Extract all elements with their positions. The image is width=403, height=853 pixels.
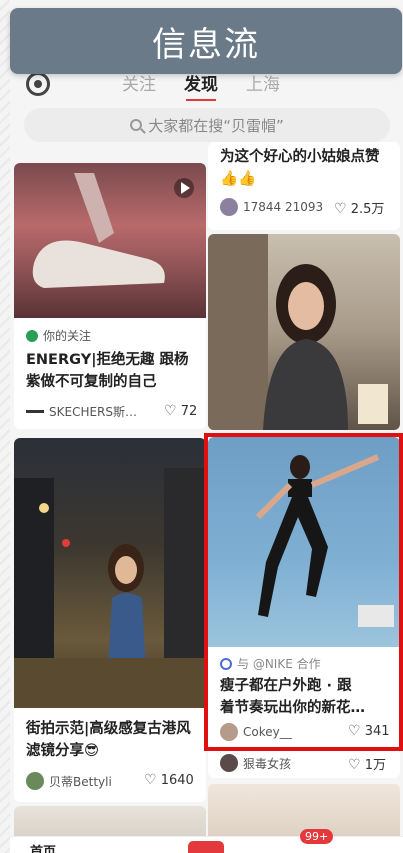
search-placeholder: 大家都在搜“贝雷帽” [148, 116, 284, 135]
like-count[interactable]: ♡ 341 [348, 723, 390, 739]
app-screen: 关注 发现 上海 大家都在搜“贝雷帽” 为这个好心的小姑娘点赞 👍👍 17844 … [10, 0, 403, 853]
runner-photo [255, 454, 394, 627]
card-author: 贝蒂Bettyli [26, 772, 112, 790]
avatar [220, 723, 238, 741]
like-count[interactable]: ♡ 2.5万 [334, 198, 384, 217]
collab-tag: 与 @NIKE 合作 [220, 655, 321, 672]
card-image [14, 438, 206, 708]
follow-icon [26, 329, 38, 342]
author-name: 狠毒女孩 [243, 756, 292, 771]
card-title: 瘦子都在户外跑 · 跟着节奏玩出你的新花… [220, 678, 365, 716]
like-count[interactable]: ♡ 1万 [348, 754, 386, 773]
search-bar[interactable]: 大家都在搜“贝雷帽” [24, 108, 390, 142]
message-badge: 99+ [300, 829, 334, 844]
like-count[interactable]: ♡ 72 [164, 403, 197, 419]
heart-icon: ♡ [348, 723, 361, 739]
feed-card-cafe[interactable] [208, 234, 400, 430]
card-title: 为这个好心的小姑娘点赞 👍👍 [220, 149, 380, 187]
followed-tag: 你的关注 [26, 327, 91, 344]
like-count[interactable]: ♡ 1640 [144, 772, 194, 788]
bottom-tab-bar: 首页 99+ [10, 829, 403, 853]
sneaker-photo [32, 173, 194, 288]
banner-title: 信息流 [152, 24, 260, 65]
author-name: 17844 21093 [243, 200, 324, 214]
avatar [26, 772, 44, 790]
feed-card-shoe[interactable]: 你的关注 ENERGY|拒绝无趣 跟杨 紫做不可复制的自己 SKECHERS斯… … [14, 163, 206, 429]
feed-card-street[interactable]: 街拍示范|高级感复古港风 滤镜分享😎 贝蒂Bettyli ♡ 1640 [14, 438, 206, 802]
author-name: Cokey__ [243, 725, 292, 739]
author-name: SKECHERS斯… [49, 405, 138, 419]
title-banner: 信息流 [10, 8, 402, 74]
card-author: 狠毒女孩 [220, 754, 291, 772]
heart-icon: ♡ [144, 772, 157, 788]
avatar [220, 754, 238, 772]
tab-home[interactable]: 首页 [30, 841, 56, 853]
street-night-photo [14, 468, 206, 708]
avatar [220, 198, 238, 216]
heart-icon: ♡ [334, 201, 347, 217]
card-author: 17844 21093 [220, 198, 323, 216]
card-title: ENERGY|拒绝无趣 跟杨 紫做不可复制的自己 [26, 352, 189, 390]
camera-icon[interactable] [26, 72, 50, 96]
card-author: Cokey__ [220, 723, 292, 741]
card-author: SKECHERS斯… [26, 403, 137, 420]
collab-icon [220, 657, 232, 670]
card-image [208, 437, 400, 647]
card-image [208, 234, 400, 430]
search-icon [130, 119, 143, 131]
post-button[interactable] [188, 841, 224, 853]
heart-icon: ♡ [164, 403, 177, 419]
feed-card-nike[interactable]: 与 @NIKE 合作 瘦子都在户外跑 · 跟着节奏玩出你的新花… Cokey__… [208, 437, 400, 747]
card-title: 街拍示范|高级感复古港风 滤镜分享😎 [26, 721, 191, 759]
woman-cafe-photo [208, 234, 388, 430]
feed-card-bottom-right[interactable]: 狠毒女孩 ♡ 1万 [208, 748, 400, 778]
card-image [14, 163, 206, 318]
feed-card-top-right[interactable]: 为这个好心的小姑娘点赞 👍👍 17844 21093 ♡ 2.5万 [208, 142, 400, 230]
author-name: 贝蒂Bettyli [49, 774, 112, 789]
skechers-logo-icon [26, 410, 44, 413]
heart-icon: ♡ [348, 757, 361, 773]
